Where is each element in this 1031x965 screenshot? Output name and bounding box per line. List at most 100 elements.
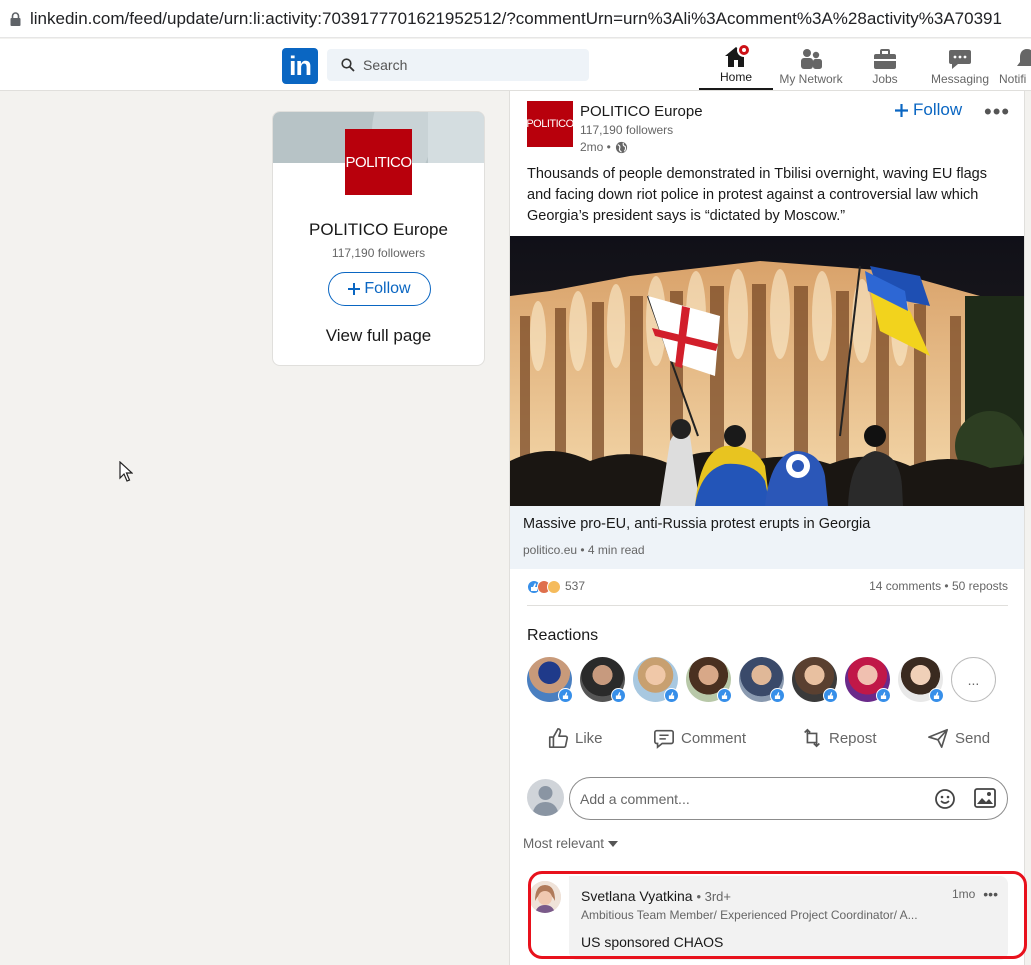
- post-follow-label: Follow: [913, 100, 963, 119]
- post-text: Thousands of people demonstrated in Tbil…: [527, 166, 987, 224]
- post-author-logo[interactable]: POLITICO: [526, 101, 574, 147]
- reactor-avatar[interactable]: [792, 657, 838, 703]
- like-badge-icon: [664, 688, 679, 703]
- bell-icon: [1017, 49, 1031, 66]
- nav-notifications[interactable]: Notifi: [999, 42, 1031, 90]
- reaction-icons[interactable]: [527, 580, 561, 594]
- notification-badge: [737, 43, 751, 57]
- comment-icon: [654, 729, 674, 749]
- network-icon: [801, 49, 822, 69]
- commenter-avatar[interactable]: [529, 881, 561, 913]
- plus-icon: [348, 283, 361, 295]
- url-text[interactable]: linkedin.com/feed/update/urn:li:activity…: [30, 9, 1002, 29]
- repost-label: Repost: [829, 729, 877, 747]
- company-follow-button[interactable]: Follow: [328, 272, 431, 306]
- reactor-avatar[interactable]: [527, 657, 573, 703]
- reactor-avatar[interactable]: [845, 657, 891, 703]
- plus-icon: [895, 103, 908, 117]
- article-title[interactable]: Massive pro-EU, anti-Russia protest erup…: [523, 516, 870, 532]
- mouse-cursor-icon: [119, 460, 134, 487]
- like-badge-icon: [717, 688, 732, 703]
- search-icon: [341, 58, 355, 72]
- nav-my-network-label: My Network: [779, 72, 843, 86]
- article-link-preview[interactable]: Massive pro-EU, anti-Russia protest erup…: [510, 506, 1024, 569]
- reactions-heading: Reactions: [527, 627, 599, 644]
- comment-text: US sponsored CHAOS: [581, 934, 724, 950]
- insightful-reaction-icon: [547, 580, 561, 594]
- like-label: Like: [575, 729, 603, 747]
- company-name[interactable]: POLITICO Europe: [273, 220, 484, 240]
- like-badge-icon: [876, 688, 891, 703]
- politico-logo[interactable]: POLITICO: [345, 129, 412, 195]
- follow-label: Follow: [364, 280, 411, 297]
- top-nav: in Search Home My Network Jobs Messaging…: [0, 39, 1031, 91]
- browser-address-bar[interactable]: linkedin.com/feed/update/urn:li:activity…: [0, 0, 1031, 38]
- send-button[interactable]: Send: [927, 727, 990, 749]
- comment-more-options[interactable]: •••: [983, 886, 998, 902]
- like-button[interactable]: Like: [547, 727, 603, 749]
- messaging-icon: [949, 50, 971, 69]
- search-placeholder: Search: [363, 57, 408, 73]
- comment-item: Svetlana Vyatkina • 3rd+ 1mo ••• Ambitio…: [527, 876, 1008, 961]
- commenter-name[interactable]: Svetlana Vyatkina • 3rd+: [581, 888, 731, 904]
- like-icon: [548, 728, 568, 748]
- nav-messaging[interactable]: Messaging: [925, 42, 995, 90]
- company-card: POLITICO POLITICO Europe 117,190 followe…: [272, 111, 485, 366]
- reactor-avatar[interactable]: [686, 657, 732, 703]
- nav-notifications-label: Notifi: [999, 72, 1027, 86]
- post-author-name[interactable]: POLITICO Europe: [580, 103, 703, 120]
- linkedin-logo[interactable]: in: [282, 48, 318, 84]
- article-source: politico.eu • 4 min read: [523, 543, 645, 557]
- briefcase-icon: [874, 49, 896, 69]
- reactor-avatar[interactable]: [633, 657, 679, 703]
- view-full-page-link[interactable]: View full page: [273, 326, 484, 346]
- reaction-count[interactable]: 537: [565, 579, 585, 593]
- more-reactors-button[interactable]: ...: [951, 657, 996, 702]
- post-card: POLITICO POLITICO Europe 117,190 followe…: [509, 91, 1025, 965]
- commenter-name-text: Svetlana Vyatkina: [581, 888, 693, 904]
- comment-label: Comment: [681, 729, 747, 747]
- add-comment-row: Add a comment...: [527, 777, 1008, 821]
- nav-messaging-label: Messaging: [930, 72, 990, 86]
- post-time-text: 2mo •: [580, 140, 611, 154]
- comment-time: 1mo: [951, 887, 976, 901]
- caret-down-icon: [608, 840, 619, 847]
- company-followers: 117,190 followers: [331, 246, 426, 260]
- like-badge-icon: [770, 688, 785, 703]
- nav-home[interactable]: Home: [699, 42, 773, 90]
- like-badge-icon: [823, 688, 838, 703]
- like-badge-icon: [611, 688, 626, 703]
- search-input[interactable]: Search: [327, 49, 589, 81]
- my-avatar[interactable]: [527, 779, 564, 816]
- comment-meta: 1mo •••: [952, 886, 998, 902]
- post-image[interactable]: [510, 236, 1024, 506]
- connection-degree: • 3rd+: [696, 889, 731, 904]
- emoji-icon[interactable]: [934, 788, 956, 815]
- nav-my-network[interactable]: My Network: [775, 42, 847, 90]
- commenter-headline: Ambitious Team Member/ Experienced Proje…: [581, 908, 918, 922]
- post-author-followers: 117,190 followers: [580, 123, 674, 137]
- comments-reposts-count[interactable]: 14 comments • 50 reposts: [869, 579, 1008, 593]
- reactor-avatar[interactable]: [739, 657, 785, 703]
- nav-jobs[interactable]: Jobs: [857, 42, 913, 90]
- repost-icon: [804, 728, 820, 748]
- comment-sort-dropdown[interactable]: Most relevant: [523, 836, 619, 851]
- post-actions: Like Comment Repost Send: [527, 723, 1008, 757]
- comment-bubble: Svetlana Vyatkina • 3rd+ 1mo ••• Ambitio…: [569, 876, 1008, 960]
- lock-icon: [0, 11, 30, 26]
- reactor-avatars: ...: [527, 657, 996, 703]
- post-more-options[interactable]: •••: [984, 99, 1010, 125]
- nav-home-label: Home: [719, 70, 752, 84]
- post-time: 2mo •: [580, 140, 628, 154]
- post-follow-button[interactable]: Follow: [895, 100, 962, 120]
- repost-button[interactable]: Repost: [801, 727, 877, 749]
- reactor-avatar[interactable]: [580, 657, 626, 703]
- social-counts: 537 14 comments • 50 reposts: [527, 578, 1008, 606]
- comment-placeholder: Add a comment...: [580, 790, 690, 807]
- reactor-avatar[interactable]: [898, 657, 944, 703]
- nav-jobs-label: Jobs: [872, 72, 898, 86]
- comment-button[interactable]: Comment: [653, 727, 746, 749]
- like-badge-icon: [929, 688, 944, 703]
- like-badge-icon: [558, 688, 573, 703]
- image-icon[interactable]: [974, 788, 996, 813]
